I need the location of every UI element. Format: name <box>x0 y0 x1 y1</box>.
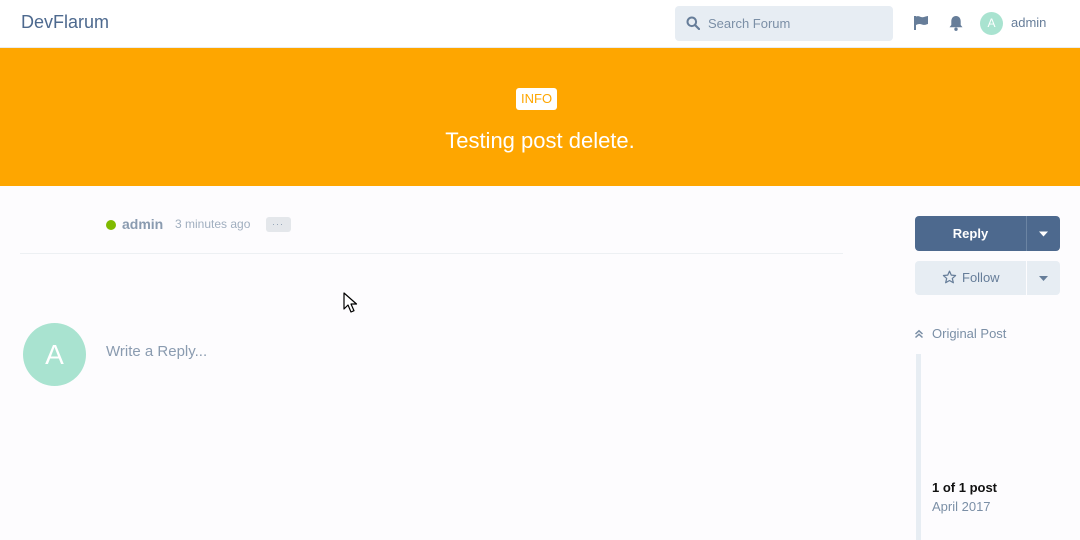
search-placeholder: Search Forum <box>708 16 791 31</box>
user-menu-name[interactable]: admin <box>1011 15 1046 30</box>
scrubber-track[interactable] <box>916 354 921 540</box>
discussion-hero: INFO Testing post delete. <box>0 48 1080 186</box>
reply-button[interactable]: Reply <box>915 216 1060 251</box>
reply-button-label: Reply <box>952 226 989 241</box>
search-input[interactable]: Search Forum <box>675 6 893 41</box>
star-icon <box>942 270 957 284</box>
post-divider <box>20 253 843 254</box>
mouse-cursor-icon <box>343 292 358 313</box>
app-header: DevFlarum Search Forum A admin <box>0 0 1080 48</box>
scrubber-post-count: 1 of 1 post <box>932 480 998 495</box>
flag-icon[interactable] <box>912 14 930 32</box>
tag-badge[interactable]: INFO <box>516 88 558 110</box>
follow-dropdown-caret-icon[interactable] <box>1027 261 1060 295</box>
bell-icon[interactable] <box>947 14 965 32</box>
composer-avatar: A <box>23 323 86 386</box>
post-time[interactable]: 3 minutes ago <box>175 217 250 231</box>
user-avatar[interactable]: A <box>980 12 1003 35</box>
follow-button[interactable]: Follow <box>915 261 1060 295</box>
double-chevron-up-icon <box>914 329 924 339</box>
search-icon <box>686 16 700 30</box>
scrubber-date: April 2017 <box>932 499 991 514</box>
discussion-title: Testing post delete. <box>445 128 635 153</box>
write-reply-placeholder[interactable]: Write a Reply... <box>106 343 207 360</box>
post-menu-button[interactable]: ··· <box>266 217 291 232</box>
follow-button-label: Follow <box>962 270 1000 285</box>
post-author[interactable]: admin <box>122 216 163 232</box>
original-post-label: Original Post <box>932 326 1007 341</box>
ellipsis-icon: ··· <box>272 219 284 229</box>
forum-title-link[interactable]: DevFlarum <box>21 12 109 33</box>
reply-dropdown-caret-icon[interactable] <box>1027 216 1060 251</box>
online-indicator <box>106 220 116 230</box>
